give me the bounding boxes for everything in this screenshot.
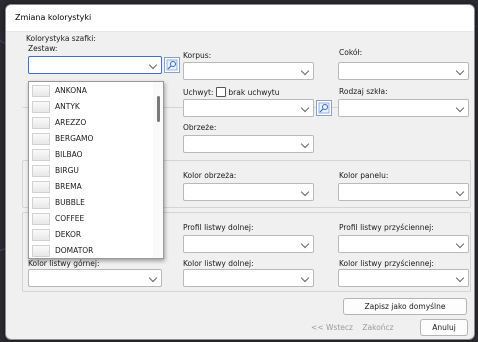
back-button[interactable]: << Wstecz: [310, 319, 354, 336]
cokol-select[interactable]: [338, 62, 469, 80]
color-swatch: [32, 197, 50, 209]
chevron-down-icon: [148, 60, 158, 70]
profil-dolnej-select[interactable]: [183, 235, 314, 253]
magnifier-icon: [166, 59, 178, 71]
chevron-down-icon: [455, 66, 465, 76]
kolor-gornej-select[interactable]: [28, 269, 162, 287]
label-kolor-gornej: Kolor listwy górnej:: [28, 259, 100, 268]
color-swatch: [32, 165, 50, 177]
label-cokol: Cokół:: [339, 48, 363, 57]
label-kolor-obrzeza: Kolor obrzeża:: [183, 171, 237, 180]
scrollbar-thumb[interactable]: [157, 96, 160, 122]
label-profil-dolnej: Profil listwy dolnej:: [183, 223, 254, 232]
dropdown-item-label: BUBBLE: [55, 198, 85, 207]
color-swatch: [32, 245, 50, 257]
dropdown-item-label: BIRGU: [55, 166, 79, 175]
dropdown-item[interactable]: COFFEE: [29, 211, 151, 227]
chevron-down-icon: [300, 103, 310, 113]
label-zestaw: Zestaw:: [28, 44, 58, 53]
chevron-down-icon: [455, 239, 465, 249]
uchwyt-select[interactable]: [183, 99, 314, 117]
chevron-down-icon: [148, 273, 158, 283]
dropdown-item[interactable]: ANTYK: [29, 99, 151, 115]
color-swatch: [32, 149, 50, 161]
dropdown-item-label: ANKONA: [55, 86, 87, 95]
color-swatch: [32, 117, 50, 129]
color-swatch: [32, 85, 50, 97]
brak-uchwytu-checkbox[interactable]: [216, 87, 227, 97]
dropdown-item-label: BILBAO: [55, 150, 83, 159]
label-rodzaj-szkla: Rodzaj szkła:: [339, 87, 388, 96]
kolor-panelu-select[interactable]: [338, 183, 469, 201]
preview-zestaw-button[interactable]: [164, 57, 180, 73]
save-default-button[interactable]: Zapisz jako domyślne: [343, 298, 467, 315]
title-bar: Zmiana kolorystyki: [6, 5, 474, 32]
label-uchwyt: Uchwyt: brak uchwytu: [183, 87, 280, 97]
label-uchwyt-text: Uchwyt:: [183, 88, 214, 97]
zestaw-select[interactable]: [28, 56, 162, 74]
chevron-down-icon: [455, 273, 465, 283]
brak-uchwytu-label[interactable]: brak uchwytu: [228, 88, 279, 97]
dropdown-item-label: DOMATOR: [55, 246, 94, 255]
window-title: Zmiana kolorystyki: [15, 13, 92, 22]
group-label: Kolorystyka szafki:: [25, 34, 97, 43]
preview-uchwyt-button[interactable]: [316, 100, 332, 116]
dropdown-item[interactable]: BERGAMO: [29, 131, 151, 147]
rodzaj-szkla-select[interactable]: [338, 99, 469, 117]
cancel-button[interactable]: Anuluj: [420, 319, 468, 336]
chevron-down-icon: [300, 66, 310, 76]
dropdown-item[interactable]: BREMA: [29, 179, 151, 195]
color-swatch: [32, 181, 50, 193]
dropdown-item[interactable]: DEKOR: [29, 227, 151, 243]
label-kolor-dolnej: Kolor listwy dolnej:: [183, 259, 254, 268]
dropdown-item[interactable]: AREZZO: [29, 115, 151, 131]
chevron-down-icon: [300, 139, 310, 149]
zestaw-dropdown-list[interactable]: ANKONA ANTYK AREZZO BERGAMO BILBAO BIRGU BREMA…: [28, 81, 164, 259]
chevron-down-icon: [300, 273, 310, 283]
korpus-select[interactable]: [183, 62, 314, 80]
dropdown-item-label: ANTYK: [55, 102, 80, 111]
dialog-window: Zmiana kolorystyki Kolorystyka szafki: Z…: [5, 4, 475, 340]
dropdown-item-label: COFFEE: [55, 214, 85, 223]
dropdown-item-label: AREZZO: [55, 118, 87, 127]
finish-button[interactable]: Zakończ: [358, 319, 398, 336]
dropdown-item-label: DEKOR: [55, 230, 82, 239]
dialog-content: Kolorystyka szafki: Zestaw: Korpus: Cokó…: [6, 32, 474, 339]
color-swatch: [32, 213, 50, 225]
dropdown-item-label: BREMA: [55, 182, 82, 191]
chevron-down-icon: [300, 187, 310, 197]
obrzeze-select[interactable]: [183, 135, 314, 153]
label-korpus: Korpus:: [183, 51, 212, 60]
dropdown-scrollbar[interactable]: [153, 82, 163, 258]
label-kolor-panelu: Kolor panelu:: [339, 171, 389, 180]
kolor-dolnej-select[interactable]: [183, 269, 314, 287]
label-kolor-przysciennej: Kolor listwy przyściennej:: [339, 259, 434, 268]
dropdown-item[interactable]: BIRGU: [29, 163, 151, 179]
label-obrzeze: Obrzeże:: [183, 123, 217, 132]
chevron-down-icon: [455, 103, 465, 113]
color-swatch: [32, 229, 50, 241]
dropdown-item[interactable]: DOMATOR: [29, 243, 151, 258]
kolor-przysciennej-select[interactable]: [338, 269, 469, 287]
kolor-obrzeza-select[interactable]: [183, 183, 314, 201]
dropdown-item[interactable]: BUBBLE: [29, 195, 151, 211]
color-swatch: [32, 133, 50, 145]
dropdown-item[interactable]: BILBAO: [29, 147, 151, 163]
label-profil-przysciennej: Profil listwy przyściennej:: [339, 223, 434, 232]
chevron-down-icon: [455, 187, 465, 197]
magnifier-icon: [318, 102, 330, 114]
dropdown-item-label: BERGAMO: [55, 134, 94, 143]
dropdown-item[interactable]: ANKONA: [29, 83, 151, 99]
profil-przysciennej-select[interactable]: [338, 235, 469, 253]
chevron-down-icon: [300, 239, 310, 249]
color-swatch: [32, 101, 50, 113]
